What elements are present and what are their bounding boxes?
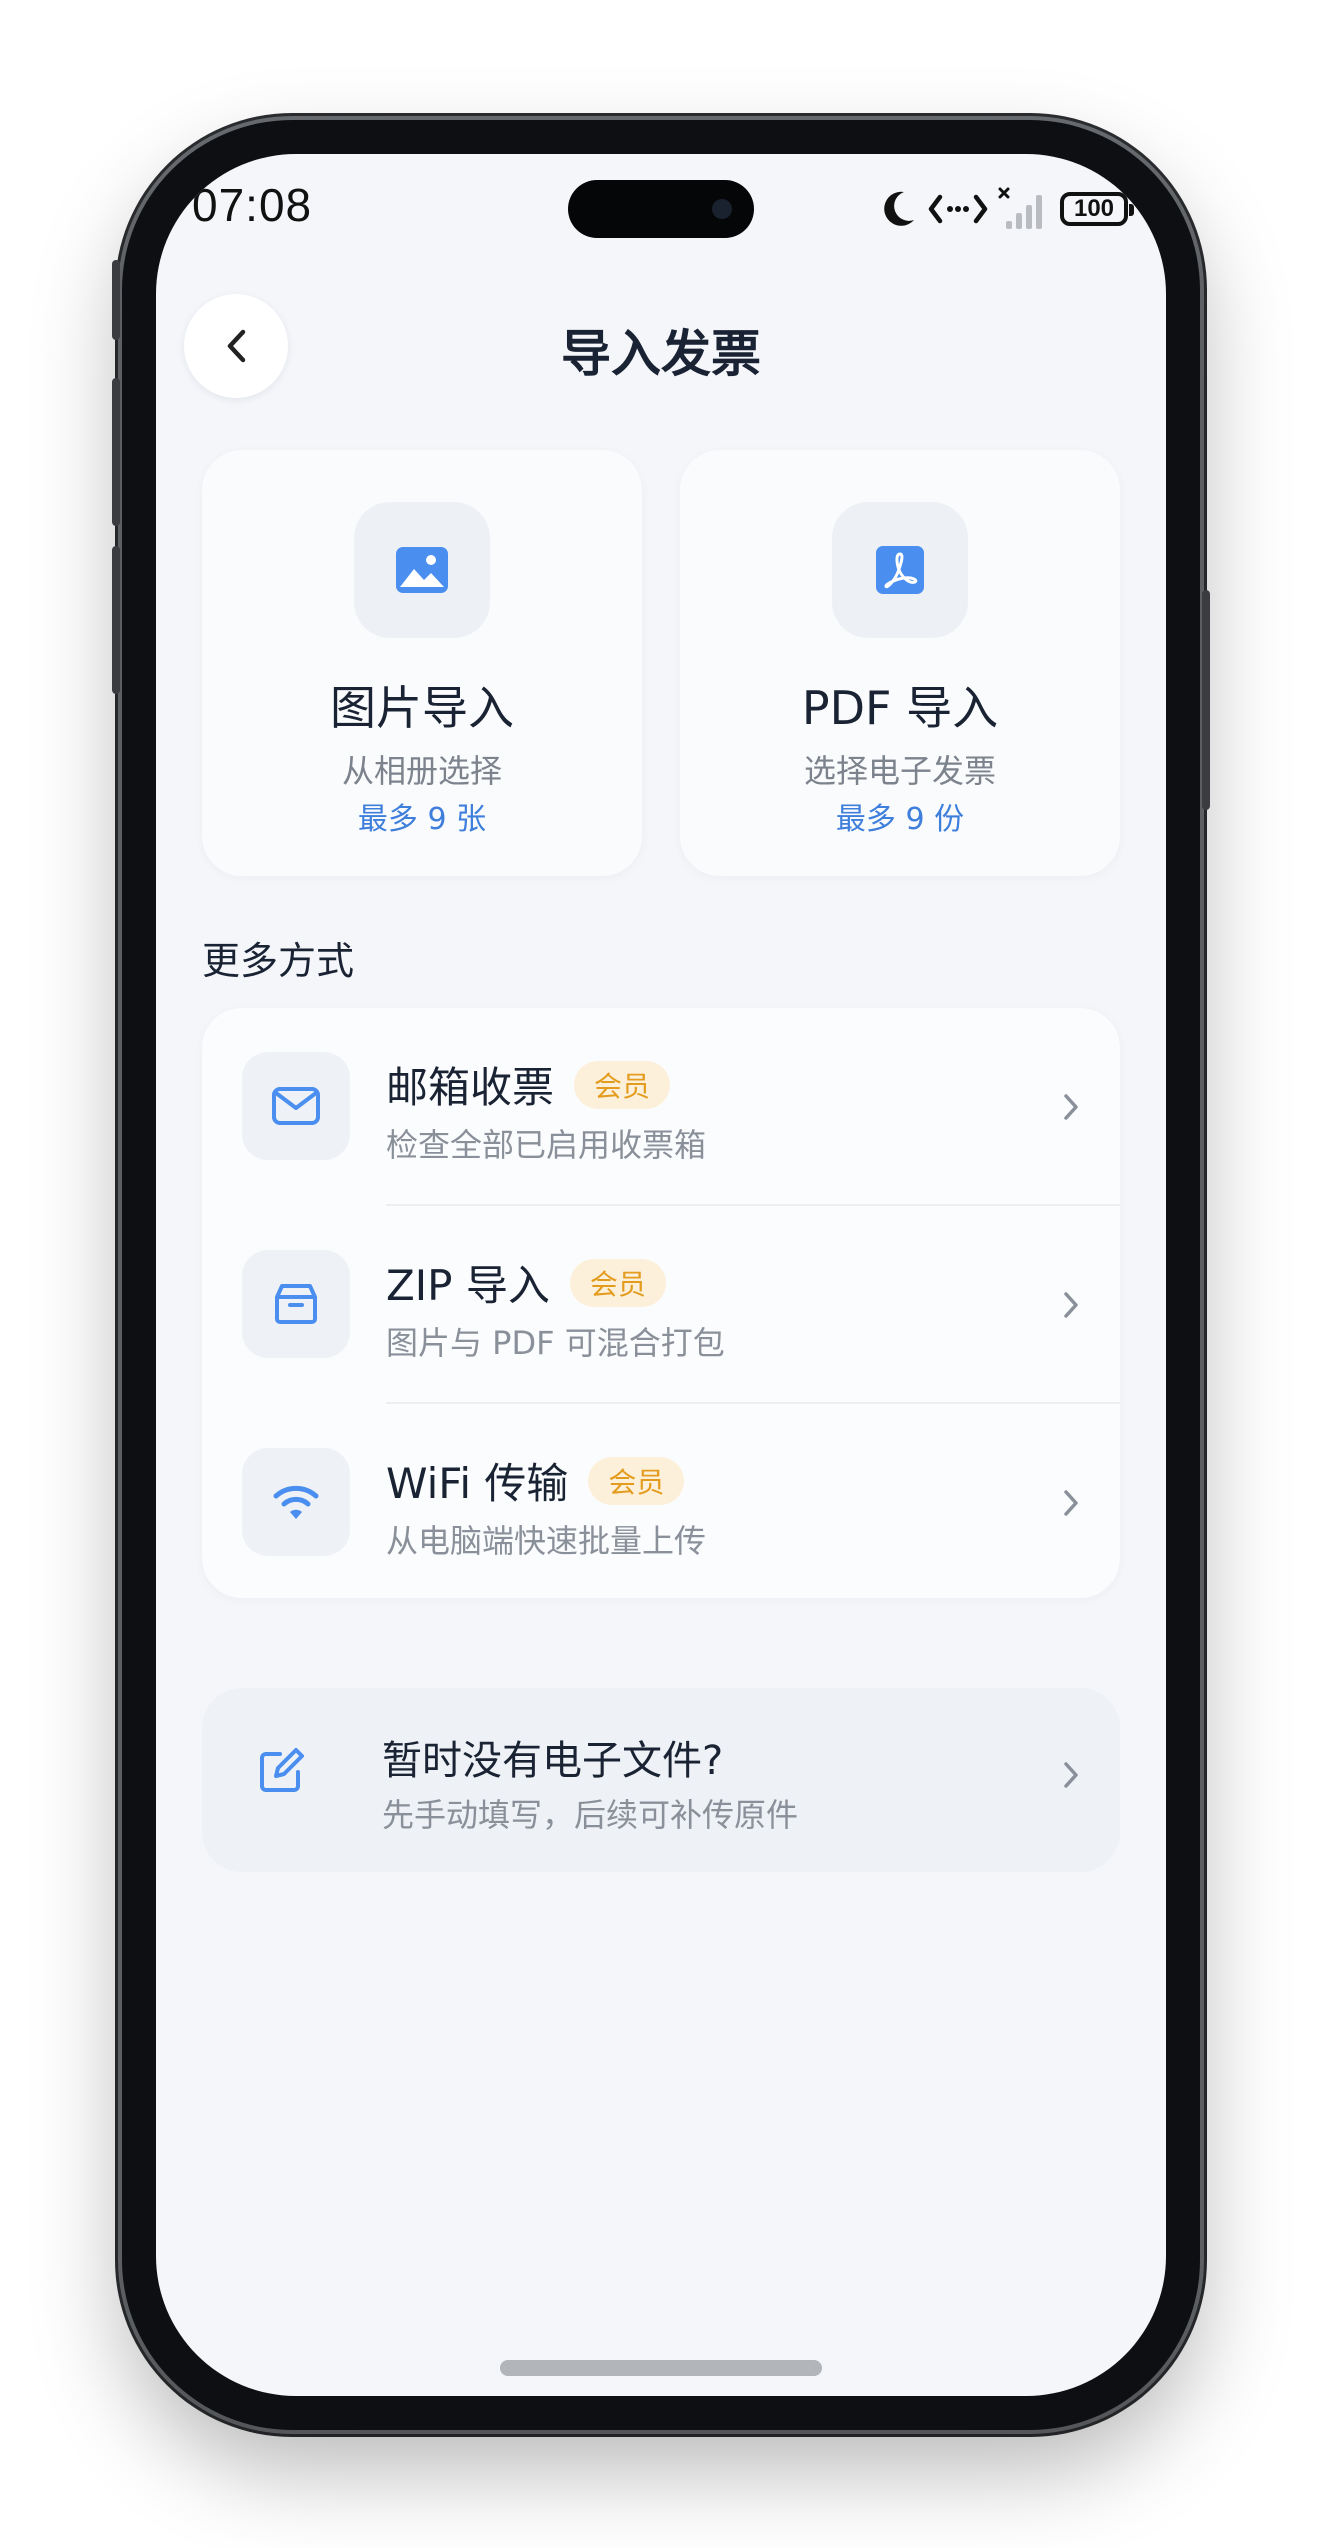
data-transfer-icon <box>928 194 988 224</box>
archive-icon-box <box>242 1250 350 1358</box>
battery-indicator: 100 <box>1060 192 1134 226</box>
power-button <box>1202 590 1210 810</box>
chevron-right-icon <box>1064 1762 1078 1788</box>
manual-subtitle: 先手动填写，后续可补传原件 <box>382 1796 799 1834</box>
edit-icon <box>260 1748 304 1792</box>
card-subtitle: 从相册选择 <box>341 752 502 790</box>
image-icon-box <box>354 502 490 638</box>
home-indicator[interactable] <box>500 2360 822 2376</box>
mute-switch <box>112 260 120 340</box>
card-subtitle: 选择电子发票 <box>803 752 996 790</box>
camera-icon <box>712 199 732 219</box>
image-icon <box>396 547 448 593</box>
status-icons: 100 <box>878 184 1134 234</box>
list-item-subtitle: 检查全部已启用收票箱 <box>386 1126 707 1164</box>
member-badge: 会员 <box>588 1456 685 1505</box>
card-title: PDF 导入 <box>801 681 999 735</box>
manual-title: 暂时没有电子文件? <box>382 1738 724 1784</box>
list-item-email[interactable]: 邮箱收票 会员 检查全部已启用收票箱 <box>202 1008 1120 1204</box>
pdf-icon-box <box>832 502 968 638</box>
mail-icon <box>272 1087 320 1125</box>
list-item-label: ZIP 导入 <box>386 1261 550 1310</box>
moon-icon <box>884 191 914 226</box>
list-item-title: 邮箱收票 会员 <box>386 1054 671 1115</box>
card-limit: 最多 9 份 <box>835 802 965 837</box>
more-methods-list: 邮箱收票 会员 检查全部已启用收票箱 ZIP 导入 会员 图片与 PDF 可混合… <box>202 1008 1120 1598</box>
status-time: 07:08 <box>192 179 313 231</box>
pdf-icon <box>876 546 924 594</box>
card-title: 图片导入 <box>330 681 514 735</box>
list-item-title: ZIP 导入 会员 <box>386 1252 666 1313</box>
list-item-zip[interactable]: ZIP 导入 会员 图片与 PDF 可混合打包 <box>202 1206 1120 1402</box>
wifi-icon <box>273 1485 319 1519</box>
member-badge: 会员 <box>574 1060 671 1109</box>
screen: 07:08 100 导入发票 图片导入 从相册选择 最多 9 张 PDF 导入 … <box>156 154 1166 2396</box>
phone-frame: 07:08 100 导入发票 图片导入 从相册选择 最多 9 张 PDF 导入 … <box>112 120 1210 2430</box>
chevron-right-icon <box>1064 1094 1078 1120</box>
battery-level: 100 <box>1073 195 1115 222</box>
list-item-title: WiFi 传输 会员 <box>386 1450 685 1511</box>
image-import-card[interactable]: 图片导入 从相册选择 最多 9 张 <box>202 450 642 876</box>
volume-up-button <box>112 378 120 526</box>
list-item-wifi[interactable]: WiFi 传输 会员 从电脑端快速批量上传 <box>202 1404 1120 1600</box>
list-item-subtitle: 从电脑端快速批量上传 <box>386 1522 707 1560</box>
chevron-right-icon <box>1064 1292 1078 1318</box>
section-title: 更多方式 <box>202 939 355 983</box>
signal-icon <box>998 187 1042 229</box>
wifi-icon-box <box>242 1448 350 1556</box>
list-item-label: WiFi 传输 <box>386 1459 569 1508</box>
list-item-label: 邮箱收票 <box>386 1063 555 1112</box>
chevron-right-icon <box>1064 1490 1078 1516</box>
member-badge: 会员 <box>569 1258 666 1307</box>
dynamic-island <box>568 180 754 238</box>
volume-down-button <box>112 546 120 694</box>
manual-entry-card[interactable]: 暂时没有电子文件? 先手动填写，后续可补传原件 <box>202 1688 1120 1872</box>
list-item-subtitle: 图片与 PDF 可混合打包 <box>386 1324 725 1362</box>
page-title: 导入发票 <box>561 325 761 383</box>
pdf-import-card[interactable]: PDF 导入 选择电子发票 最多 9 份 <box>680 450 1120 876</box>
archive-icon <box>275 1284 317 1324</box>
mail-icon-box <box>242 1052 350 1160</box>
card-limit: 最多 9 张 <box>357 802 487 837</box>
